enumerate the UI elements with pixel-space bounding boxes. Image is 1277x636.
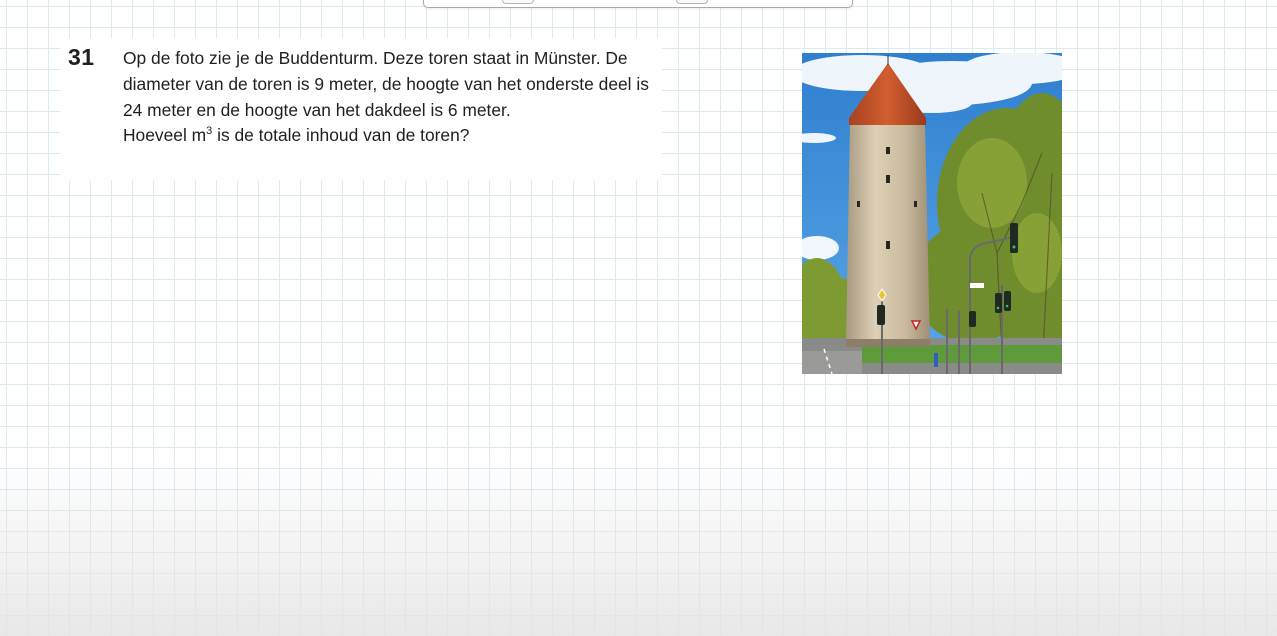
bottom-fade <box>0 456 1277 636</box>
question-exponent: 3 <box>206 124 213 137</box>
tower-photo <box>802 53 1062 374</box>
top-toolbar <box>423 0 853 8</box>
question-prefix: Hoeveel m <box>123 125 207 146</box>
question-intro: Op de foto zie je de Buddenturm. Deze to… <box>123 48 649 120</box>
question-text: Op de foto zie je de Buddenturm. Deze to… <box>123 46 653 149</box>
toolbar-button-right[interactable] <box>676 0 708 4</box>
question-suffix: is de totale inhoud van de toren? <box>212 125 470 146</box>
question-prompt: Hoeveel m3 is de totale inhoud van de to… <box>123 123 653 149</box>
toolbar-button-left[interactable] <box>502 0 534 4</box>
question-number: 31 <box>68 44 95 70</box>
